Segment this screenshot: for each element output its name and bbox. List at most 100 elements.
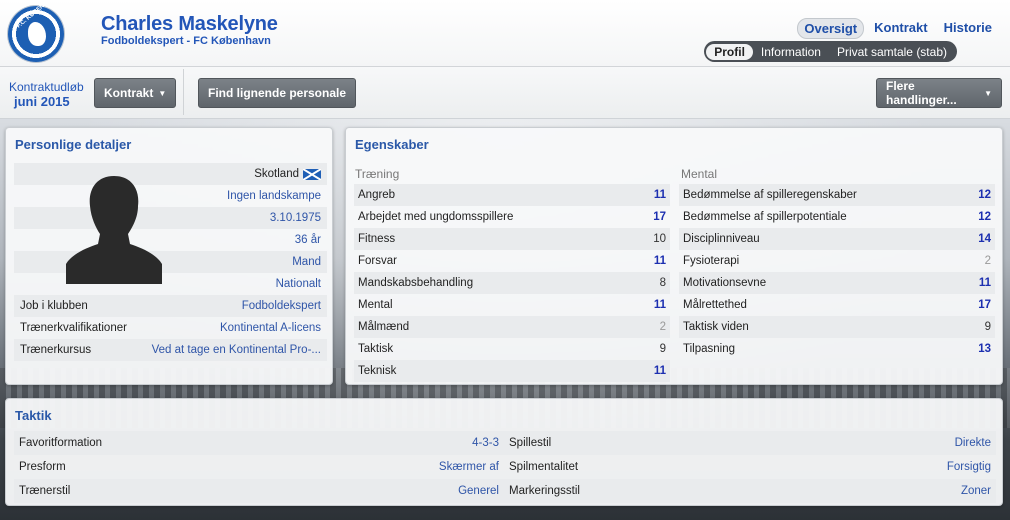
caps-value[interactable]: Ingen landskampe	[227, 190, 321, 202]
subtab-profil[interactable]: Profil	[706, 43, 753, 60]
attribute-value: 17	[978, 299, 991, 311]
coaching-course-label: Trænerkursus	[20, 344, 92, 356]
attribute-value: 13	[978, 343, 991, 355]
sub-tabs: Profil Information Privat samtale (stab)	[704, 41, 957, 62]
playing-style-value: Direkte	[954, 437, 991, 449]
status-value: Nationalt	[275, 278, 321, 290]
training-header: Træning	[355, 167, 400, 181]
mental-attribute-row: Fysioterapi 2	[679, 250, 995, 272]
training-attribute-row: Taktisk 9	[354, 338, 670, 360]
job-value: Fodboldekspert	[241, 300, 321, 312]
caps-row: Ingen landskampe	[14, 185, 327, 207]
training-attribute-row: Målmænd 2	[354, 316, 670, 338]
subtab-information[interactable]: Information	[753, 44, 829, 60]
personal-details-title: Personlige detaljer	[15, 137, 132, 152]
staff-photo-silhouette	[66, 176, 162, 284]
chevron-down-icon: ▼	[984, 88, 992, 98]
toolbar-divider	[183, 69, 184, 115]
subtab-privat-samtale[interactable]: Privat samtale (stab)	[829, 44, 955, 60]
training-attribute-row: Angreb 11	[354, 184, 670, 206]
contract-expiry-label: Kontraktudløb	[9, 80, 84, 94]
nationality-row: Skotland	[14, 163, 327, 185]
mental-attribute-row: Taktisk viden 9	[679, 316, 995, 338]
contract-button-label: Kontrakt	[104, 86, 154, 100]
staff-name: Charles Maskelyne	[101, 13, 278, 35]
attribute-label: Motivationsevne	[683, 277, 767, 289]
personal-details-panel: Personlige detaljer Skotland Ingen lands…	[5, 127, 333, 385]
playing-mentality-row: Spilmentalitet Forsigtig	[504, 455, 996, 479]
favourite-formation-value: 4-3-3	[472, 437, 499, 449]
pressing-style-row: Presform Skærmer af	[14, 455, 504, 479]
attribute-value: 12	[978, 189, 991, 201]
attribute-value: 2	[984, 255, 991, 267]
attribute-label: Teknisk	[358, 365, 397, 377]
attributes-panel: Egenskaber Træning Mental Angreb 11 Arbejd…	[345, 127, 1003, 385]
training-attribute-row: Forsvar 11	[354, 250, 670, 272]
mental-attribute-row: Tilpasning 13	[679, 338, 995, 360]
playing-mentality-label: Spilmentalitet	[509, 461, 579, 473]
contract-button[interactable]: Kontrakt ▼	[94, 78, 177, 108]
training-attribute-row: Teknisk 11	[354, 360, 670, 382]
attribute-label: Målrettethed	[683, 299, 747, 311]
marking-style-row: Markeringsstil Zoner	[504, 479, 996, 503]
gender-value: Mand	[292, 256, 321, 268]
coaching-qualifications-label: Trænerkvalifikationer	[20, 322, 127, 334]
attribute-value: 11	[653, 299, 666, 311]
attribute-label: Forsvar	[358, 255, 397, 267]
club-badge-icon[interactable]: F.C. KØBENHAVN	[8, 0, 64, 62]
coaching-style-label: Trænerstil	[19, 485, 71, 497]
attribute-value: 11	[653, 365, 666, 377]
attribute-value: 11	[653, 189, 666, 201]
attribute-value: 11	[653, 255, 666, 267]
playing-style-label: Spillestil	[509, 437, 552, 449]
nationality-value[interactable]: Skotland	[254, 168, 299, 180]
tab-oversigt[interactable]: Oversigt	[797, 18, 865, 39]
marking-style-label: Markeringsstil	[509, 485, 580, 497]
mental-header: Mental	[681, 167, 718, 181]
attribute-value: 2	[659, 321, 666, 333]
age-value: 36 år	[294, 234, 321, 246]
more-actions-button[interactable]: Flere handlinger... ▼	[876, 78, 1002, 108]
coaching-qualifications-row: Trænerkvalifikationer Kontinental A-lice…	[14, 317, 327, 339]
training-attribute-row: Fitness 10	[354, 228, 670, 250]
attribute-value: 9	[659, 343, 666, 355]
find-similar-staff-button[interactable]: Find lignende personale	[198, 78, 357, 108]
coaching-course-row: Trænerkursus Ved at tage en Kontinental …	[14, 339, 327, 361]
chevron-down-icon: ▼	[158, 88, 167, 98]
attribute-value: 17	[653, 211, 666, 223]
training-attribute-row: Arbejdet med ungdomsspillere 17	[354, 206, 670, 228]
staff-role-club[interactable]: Fodboldekspert - FC København	[101, 35, 271, 47]
tab-kontrakt[interactable]: Kontrakt	[868, 18, 933, 39]
attribute-label: Fysioterapi	[683, 255, 740, 267]
attribute-label: Tilpasning	[683, 343, 735, 355]
attribute-value: 14	[978, 233, 991, 245]
coaching-style-value: Generel	[458, 485, 499, 497]
attribute-value: 10	[653, 233, 666, 245]
attribute-label: Angreb	[358, 189, 396, 201]
contract-expiry-value: juni 2015	[14, 94, 70, 109]
coaching-style-row: Trænerstil Generel	[14, 479, 504, 503]
tab-historie[interactable]: Historie	[938, 18, 998, 39]
attribute-value: 11	[978, 277, 991, 289]
dob-row: 3.10.1975	[14, 207, 327, 229]
mental-attribute-row: Bedømmelse af spillerpotentiale 12	[679, 206, 995, 228]
playing-mentality-value: Forsigtig	[946, 461, 991, 473]
attribute-value: 9	[984, 321, 991, 333]
mental-attribute-row: Bedømmelse af spilleregenskaber 12	[679, 184, 995, 206]
attribute-label: Mental	[358, 299, 393, 311]
attribute-label: Taktisk viden	[683, 321, 749, 333]
mental-attribute-row: Disciplinniveau 14	[679, 228, 995, 250]
attributes-title: Egenskaber	[355, 137, 429, 152]
tactics-panel: Taktik Favoritformation 4-3-3 Presform S…	[5, 398, 1003, 506]
favourite-formation-row: Favoritformation 4-3-3	[14, 431, 504, 455]
scotland-flag-icon	[303, 168, 321, 180]
coaching-qualifications-value: Kontinental A-licens	[219, 322, 321, 334]
job-row: Job i klubben Fodboldekspert	[14, 295, 327, 317]
training-attribute-row: Mental 11	[354, 294, 670, 316]
tactics-title: Taktik	[15, 408, 52, 423]
attribute-label: Målmænd	[358, 321, 410, 333]
training-attribute-row: Mandskabsbehandling 8	[354, 272, 670, 294]
attribute-label: Disciplinniveau	[683, 233, 760, 245]
dob-value: 3.10.1975	[269, 212, 321, 224]
favourite-formation-label: Favoritformation	[19, 437, 103, 449]
